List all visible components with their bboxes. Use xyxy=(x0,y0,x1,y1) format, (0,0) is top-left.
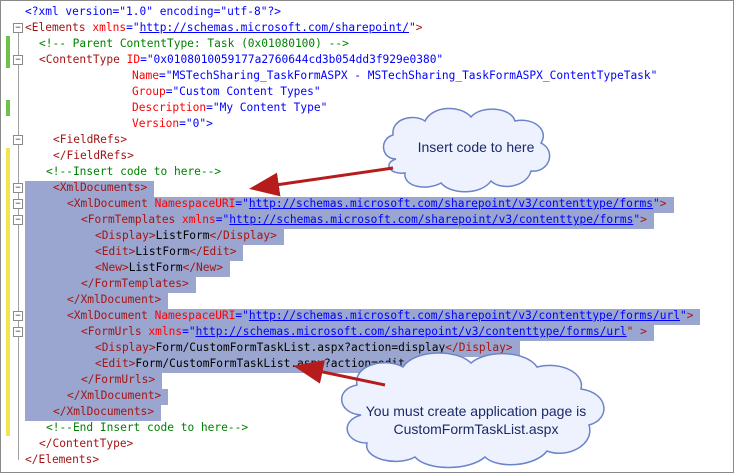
code-line: − <FieldRefs> xyxy=(1,132,733,148)
unsaved-line-marker xyxy=(6,196,10,212)
formtemplates-open: <FormTemplates xmlns="http://schemas.mic… xyxy=(81,213,647,226)
code-line: − <Elements xmlns="http://schemas.micros… xyxy=(1,20,733,36)
code-line: </FormTemplates> xyxy=(1,276,733,292)
xmldocuments-open: <XmlDocuments> xyxy=(53,181,148,194)
callout-app-page-line1: You must create application page is xyxy=(365,403,587,419)
callout-insert-text: Insert code to here xyxy=(417,139,535,155)
elements-close: </Elements> xyxy=(25,453,100,466)
collapse-icon[interactable]: − xyxy=(13,311,23,321)
unsaved-line-marker xyxy=(6,356,10,372)
callout-insert-code: Insert code to here xyxy=(401,136,551,166)
code-line: − <FormUrls xmlns="http://schemas.micros… xyxy=(1,324,733,340)
formtemplates-close: </FormTemplates> xyxy=(81,277,189,290)
callout-app-page-line2: CustomFormTaskList.aspx xyxy=(393,421,559,437)
changed-line-marker xyxy=(6,52,10,68)
edit-url: <Edit>Form/CustomFormTaskList.aspx?actio… xyxy=(95,357,452,370)
changed-line-marker xyxy=(6,36,10,52)
unsaved-line-marker xyxy=(6,308,10,324)
elements-open: <Elements xmlns="http://schemas.microsof… xyxy=(25,21,423,34)
unsaved-line-marker xyxy=(6,244,10,260)
unsaved-line-marker xyxy=(6,164,10,180)
code-line: Group="Custom Content Types" xyxy=(1,84,733,100)
unsaved-line-marker xyxy=(6,148,10,164)
unsaved-line-marker xyxy=(6,212,10,228)
contenttype-version: Version="0"> xyxy=(132,117,213,130)
code-line: <Edit>Form/CustomFormTaskList.aspx?actio… xyxy=(1,356,733,372)
new-listform: <New>ListForm</New> xyxy=(95,261,223,274)
collapse-icon[interactable]: − xyxy=(13,199,23,209)
callout-app-page: You must create application page is Cust… xyxy=(346,397,606,441)
namespace-link[interactable]: http://schemas.microsoft.com/sharepoint/… xyxy=(249,309,680,322)
code-line: <?xml version="1.0" encoding="utf-8"?> xyxy=(1,4,733,20)
code-line: <Edit>ListForm</Edit> xyxy=(1,244,733,260)
collapse-icon[interactable]: − xyxy=(13,135,23,145)
collapse-icon[interactable]: − xyxy=(13,55,23,65)
comment-parent-contenttype: <!-- Parent ContentType: Task (0x0108010… xyxy=(39,37,349,50)
contenttype-group: Group="Custom Content Types" xyxy=(132,85,321,98)
unsaved-line-marker xyxy=(6,276,10,292)
namespace-link[interactable]: http://schemas.microsoft.com/sharepoint/… xyxy=(229,213,633,226)
fieldrefs-close: </FieldRefs> xyxy=(53,149,134,162)
xml-declaration: <?xml version="1.0" encoding="utf-8"?> xyxy=(25,5,281,18)
contenttype-close: </ContentType> xyxy=(39,437,134,450)
code-line: − <FormTemplates xmlns="http://schemas.m… xyxy=(1,212,733,228)
changed-line-marker xyxy=(6,100,10,116)
formurls-close: </FormUrls> xyxy=(81,373,156,386)
comment-insert-code: <!--Insert code to here--> xyxy=(46,165,222,178)
unsaved-line-marker xyxy=(6,388,10,404)
xmldocument-close: </XmlDocument> xyxy=(67,389,162,402)
xmldocument-forms-open: <XmlDocument NamespaceURI="http://schema… xyxy=(67,197,667,210)
xmldocument-close: </XmlDocument> xyxy=(67,293,162,306)
code-line: <Display>ListForm</Display> xyxy=(1,228,733,244)
namespace-link[interactable]: http://schemas.microsoft.com/sharepoint/ xyxy=(140,21,409,34)
contenttype-name: Name="MSTechSharing_TaskFormASPX - MSTec… xyxy=(132,69,658,82)
code-line: − <XmlDocuments> xyxy=(1,180,733,196)
code-line: </XmlDocument> xyxy=(1,292,733,308)
code-line: </FieldRefs> xyxy=(1,148,733,164)
unsaved-line-marker xyxy=(6,324,10,340)
formurls-open: <FormUrls xmlns="http://schemas.microsof… xyxy=(81,325,647,338)
code-line: Version="0"> xyxy=(1,116,733,132)
unsaved-line-marker xyxy=(6,260,10,276)
namespace-link[interactable]: http://schemas.microsoft.com/sharepoint/… xyxy=(249,197,653,210)
code-editor[interactable]: <?xml version="1.0" encoding="utf-8"?> −… xyxy=(0,0,734,473)
unsaved-line-marker xyxy=(6,340,10,356)
xmldocument-url-open: <XmlDocument NamespaceURI="http://schema… xyxy=(67,309,694,322)
contenttype-open: <ContentType ID="0x0108010059177a2760644… xyxy=(39,53,444,66)
code-line: − <ContentType ID="0x0108010059177a27606… xyxy=(1,52,733,68)
collapse-icon[interactable]: − xyxy=(13,183,23,193)
code-line: </Elements> xyxy=(1,452,733,468)
code-line: − <XmlDocument NamespaceURI="http://sche… xyxy=(1,308,733,324)
collapse-icon[interactable]: − xyxy=(13,23,23,33)
unsaved-line-marker xyxy=(6,180,10,196)
unsaved-line-marker xyxy=(6,420,10,436)
code-line: Name="MSTechSharing_TaskFormASPX - MSTec… xyxy=(1,68,733,84)
code-line: − <XmlDocument NamespaceURI="http://sche… xyxy=(1,196,733,212)
code-line: Description="My Content Type" xyxy=(1,100,733,116)
edit-listform: <Edit>ListForm</Edit> xyxy=(95,245,237,258)
unsaved-line-marker xyxy=(6,372,10,388)
collapse-icon[interactable]: − xyxy=(13,327,23,337)
display-listform: <Display>ListForm</Display> xyxy=(95,229,277,242)
code-line: <!-- Parent ContentType: Task (0x0108010… xyxy=(1,36,733,52)
fieldrefs-open: <FieldRefs> xyxy=(53,133,128,146)
code-line: <New>ListForm</New> xyxy=(1,260,733,276)
xmldocuments-close: </XmlDocuments> xyxy=(53,405,155,418)
code-line: <!--Insert code to here--> xyxy=(1,164,733,180)
unsaved-line-marker xyxy=(6,228,10,244)
unsaved-line-marker xyxy=(6,404,10,420)
comment-end-insert: <!--End Insert code to here--> xyxy=(46,421,249,434)
namespace-link[interactable]: http://schemas.microsoft.com/sharepoint/… xyxy=(196,325,627,338)
unsaved-line-marker xyxy=(6,292,10,308)
code-line: </FormUrls> xyxy=(1,372,733,388)
display-url: <Display>Form/CustomFormTaskList.aspx?ac… xyxy=(95,341,513,354)
contenttype-description: Description="My Content Type" xyxy=(132,101,328,114)
code-line: <Display>Form/CustomFormTaskList.aspx?ac… xyxy=(1,340,733,356)
collapse-icon[interactable]: − xyxy=(13,215,23,225)
